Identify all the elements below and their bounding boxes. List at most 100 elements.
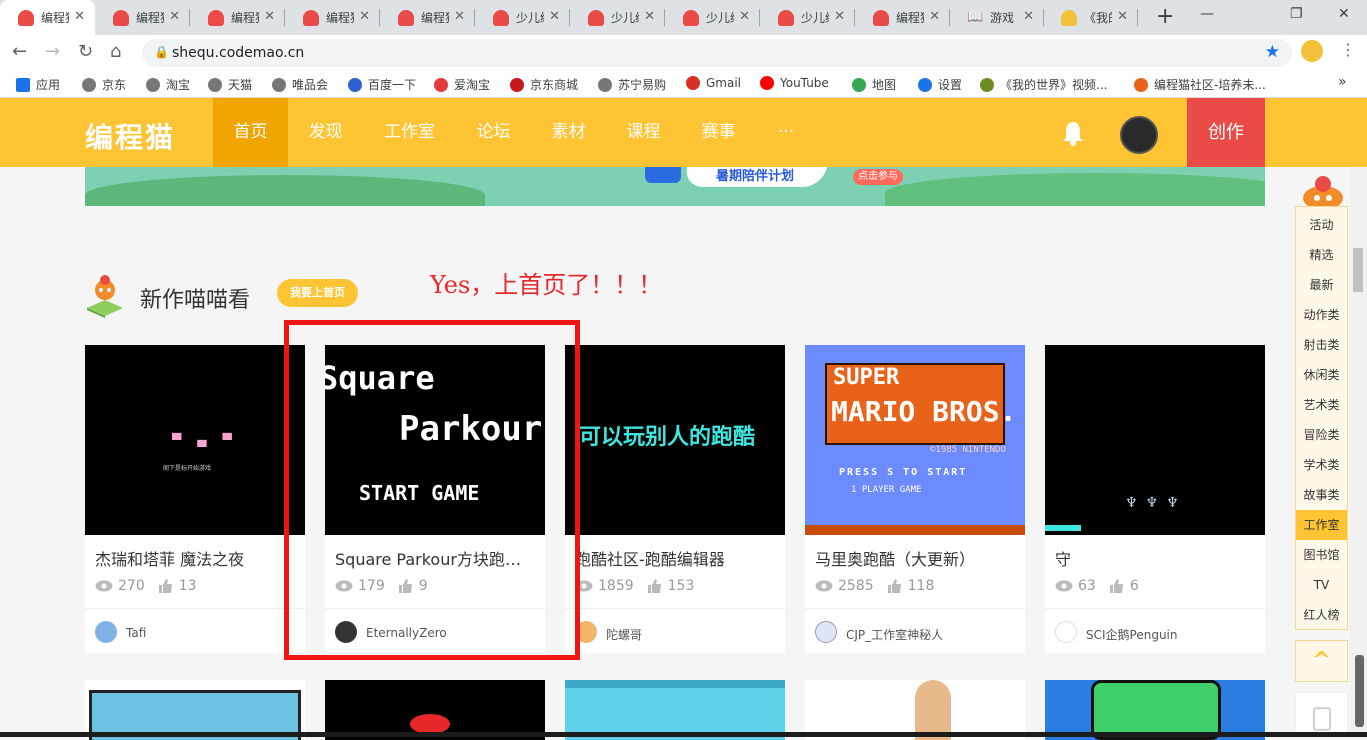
work-thumbnail[interactable]: ♆♆♆ (1045, 345, 1265, 535)
bookmark-star-icon[interactable]: ★ (1265, 42, 1280, 62)
work-card-partial[interactable] (85, 680, 305, 740)
sidebar-category-item[interactable]: 活动 (1296, 210, 1347, 240)
sidebar-category-item[interactable]: 精选 (1296, 240, 1347, 270)
nav-item[interactable]: 素材 (531, 98, 606, 167)
browser-tab[interactable]: 编程猫 ✕ (190, 0, 285, 35)
create-button[interactable]: 创作 (1187, 98, 1265, 167)
browser-tab[interactable]: 编程猫 ✕ (380, 0, 475, 35)
menu-kebab-icon[interactable]: ⋮ (1340, 40, 1356, 59)
sidebar-category-item[interactable]: 红人榜 (1296, 600, 1347, 630)
bookmark-item[interactable]: 《我的世界》视频... (980, 76, 1107, 93)
bookmark-item[interactable]: 编程猫社区-培养未... (1134, 76, 1266, 93)
work-title[interactable]: 马里奥跑酷（大更新） (815, 546, 1015, 570)
nav-item[interactable]: 课程 (606, 98, 681, 167)
back-to-top-button[interactable]: ^ (1295, 640, 1348, 682)
work-title[interactable]: 杰瑞和塔菲 魔法之夜 (95, 546, 295, 570)
sidebar-category-item[interactable]: 工作室 (1296, 510, 1347, 540)
close-tab-icon[interactable]: ✕ (644, 9, 655, 24)
bell-icon[interactable] (1061, 120, 1085, 146)
sidebar-category-item[interactable]: 动作类 (1296, 300, 1347, 330)
extension-avatar-icon[interactable] (1301, 40, 1323, 62)
author-name[interactable]: CJP_工作室神秘人 (846, 626, 943, 643)
bookmark-item[interactable]: 地图 (852, 76, 896, 93)
author-avatar[interactable] (815, 621, 837, 643)
close-tab-icon[interactable]: ✕ (834, 9, 845, 24)
browser-tab[interactable]: 编程猫 ✕ (285, 0, 380, 35)
browser-tab[interactable]: 少儿编 ✕ (665, 0, 760, 35)
forward-icon[interactable]: → (45, 41, 60, 62)
bookmark-item[interactable]: 爱淘宝 (434, 76, 490, 93)
bookmark-item[interactable]: 淘宝 (146, 76, 190, 93)
work-thumbnail[interactable]: ▀▄▀ 阁下是标开始游戏 (85, 345, 305, 535)
work-card[interactable]: ♆♆♆ 守 63 6 SCI企鹅Penguin (1045, 345, 1265, 653)
get-on-homepage-button[interactable]: 我要上首页 (277, 279, 358, 307)
url-text[interactable]: shequ.codemao.cn (172, 45, 304, 61)
close-tab-icon[interactable]: ✕ (1117, 9, 1128, 24)
bookmark-item[interactable]: 京东商城 (510, 76, 578, 93)
author-name[interactable]: SCI企鹅Penguin (1086, 626, 1178, 643)
sidebar-category-item[interactable]: 学术类 (1296, 450, 1347, 480)
home-icon[interactable]: ⌂ (110, 41, 121, 62)
browser-tab[interactable]: 编程猫 ✕ (0, 0, 95, 35)
minimize-icon[interactable]: — (1200, 6, 1214, 22)
nav-item[interactable]: ··· (756, 98, 816, 167)
sidebar-category-item[interactable]: 冒险类 (1296, 420, 1347, 450)
user-avatar[interactable] (1120, 116, 1158, 154)
author-name[interactable]: Tafi (126, 626, 146, 640)
browser-tab[interactable]: 少儿编 ✕ (475, 0, 570, 35)
promo-banner[interactable]: 暑期陪伴计划 点击参与 (85, 167, 1265, 206)
sidebar-category-item[interactable]: 最新 (1296, 270, 1347, 300)
bookmark-item[interactable]: 天猫 (208, 76, 252, 93)
restore-icon[interactable]: ❐ (1290, 6, 1303, 22)
back-icon[interactable]: ← (12, 41, 27, 62)
author-avatar[interactable] (95, 621, 117, 643)
work-card[interactable]: ▀▄▀ 阁下是标开始游戏 杰瑞和塔菲 魔法之夜 270 13 Tafi (85, 345, 305, 653)
bookmark-item[interactable]: 京东 (82, 76, 126, 93)
work-title[interactable]: 守 (1055, 546, 1255, 570)
browser-tab[interactable]: 《我的 ✕ (1043, 0, 1138, 35)
nav-item[interactable]: 论坛 (456, 98, 531, 167)
secondary-scrollbar-thumb[interactable] (1355, 655, 1364, 727)
close-window-icon[interactable]: ✕ (1338, 6, 1350, 22)
browser-tab[interactable]: 编程猫 ✕ (855, 0, 950, 35)
work-thumbnail[interactable]: SUPER MARIO BROS. ©1985 NINTENDO PRESS S… (805, 345, 1025, 535)
nav-item[interactable]: 赛事 (681, 98, 756, 167)
bookmark-item[interactable]: 应用 (16, 76, 60, 93)
close-tab-icon[interactable]: ✕ (264, 9, 275, 24)
bookmark-item[interactable]: 苏宁易购 (598, 76, 666, 93)
work-card-partial[interactable] (565, 680, 785, 740)
close-tab-icon[interactable]: ✕ (929, 9, 940, 24)
work-thumbnail[interactable]: 可以玩别人的跑酷 (565, 345, 785, 535)
close-tab-icon[interactable]: ✕ (454, 9, 465, 24)
author-name[interactable]: 陀螺哥 (606, 626, 642, 643)
close-tab-icon[interactable]: ✕ (549, 9, 560, 24)
work-card-partial[interactable] (805, 680, 1025, 740)
bookmark-item[interactable]: 唯品会 (272, 76, 328, 93)
scrollbar-thumb[interactable] (1353, 248, 1363, 292)
new-tab-button[interactable]: + (1156, 4, 1174, 29)
banner-join-button[interactable]: 点击参与 (853, 169, 903, 185)
work-card[interactable]: SUPER MARIO BROS. ©1985 NINTENDO PRESS S… (805, 345, 1025, 653)
nav-item[interactable]: 发现 (288, 98, 363, 167)
reload-icon[interactable]: ↻ (78, 41, 93, 62)
bookmark-item[interactable]: YouTube (760, 76, 829, 90)
browser-tab[interactable]: 少儿编 ✕ (760, 0, 855, 35)
close-tab-icon[interactable]: ✕ (739, 9, 750, 24)
bookmark-item[interactable]: 设置 (918, 76, 962, 93)
close-tab-icon[interactable]: ✕ (359, 9, 370, 24)
close-tab-icon[interactable]: ✕ (1023, 9, 1034, 24)
work-card-partial[interactable] (1045, 680, 1265, 740)
sidebar-category-item[interactable]: 射击类 (1296, 330, 1347, 360)
site-logo[interactable]: 编程猫 (85, 116, 175, 156)
author-avatar[interactable] (1055, 621, 1077, 643)
bookmark-item[interactable]: Gmail (686, 76, 741, 90)
mobile-app-button[interactable] (1295, 692, 1348, 737)
sidebar-category-item[interactable]: 休闲类 (1296, 360, 1347, 390)
work-title[interactable]: 跑酷社区-跑酷编辑器 (575, 546, 775, 570)
sidebar-category-item[interactable]: 艺术类 (1296, 390, 1347, 420)
nav-item[interactable]: 首页 (213, 98, 288, 167)
close-tab-icon[interactable]: ✕ (169, 9, 180, 24)
bookmark-item[interactable]: 百度一下 (348, 76, 416, 93)
browser-tab[interactable]: 📖 游戏 ✕ (949, 0, 1044, 35)
sidebar-category-item[interactable]: 故事类 (1296, 480, 1347, 510)
